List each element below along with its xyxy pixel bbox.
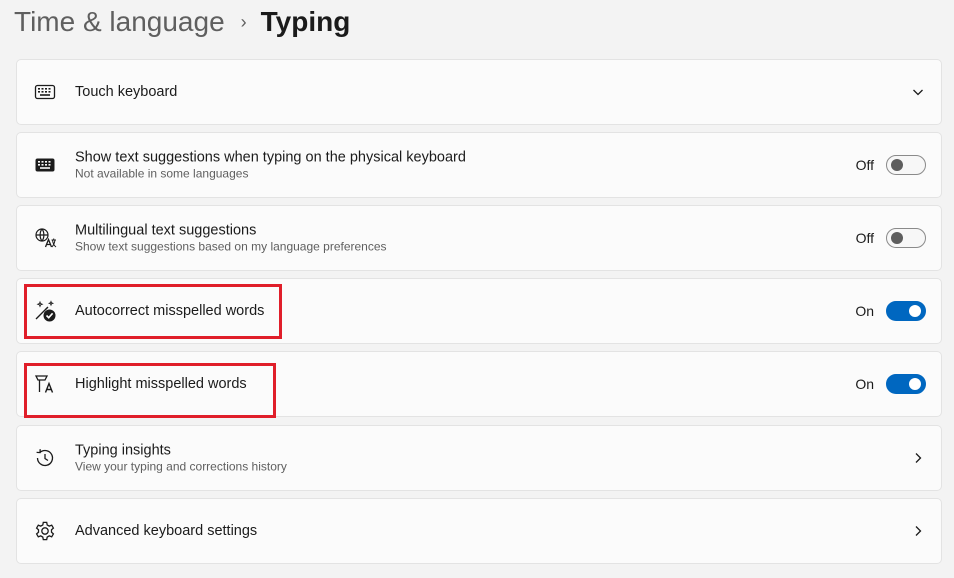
advanced-keyboard-settings[interactable]: Advanced keyboard settings [16, 498, 942, 564]
history-icon [33, 446, 57, 470]
multilingual-icon [33, 226, 57, 250]
setting-title: Show text suggestions when typing on the… [75, 149, 466, 166]
highlight-box-autocorrect [24, 284, 282, 339]
setting-title: Typing insights [75, 442, 171, 459]
setting-description: View your typing and corrections history [75, 459, 287, 474]
toggle-state-label: Off [855, 230, 874, 246]
typing-insights-setting[interactable]: Typing insights View your typing and cor… [16, 425, 942, 491]
toggle-state-label: On [855, 303, 874, 319]
breadcrumb-separator-icon: › [240, 11, 247, 32]
setting-title: Advanced keyboard settings [75, 523, 258, 539]
multilingual-suggestions-setting: Multilingual text suggestions Show text … [16, 205, 942, 271]
multilingual-suggestions-toggle[interactable] [886, 228, 926, 248]
keyboard-filled-icon [33, 153, 57, 177]
chevron-right-icon[interactable] [911, 524, 925, 538]
setting-description: Show text suggestions based on my langua… [75, 239, 387, 254]
setting-title: Touch keyboard [75, 84, 178, 100]
gear-icon [33, 519, 57, 543]
chevron-right-icon[interactable] [911, 451, 925, 465]
physical-keyboard-suggestions-setting: Show text suggestions when typing on the… [16, 132, 942, 198]
highlight-misspelled-toggle[interactable] [886, 374, 926, 394]
setting-description: Not available in some languages [75, 166, 249, 181]
keyboard-icon [33, 80, 57, 104]
highlight-box-highlight-misspelled [24, 363, 276, 418]
chevron-down-icon[interactable] [911, 85, 925, 99]
touch-keyboard-setting[interactable]: Touch keyboard [16, 59, 942, 125]
autocorrect-toggle[interactable] [886, 301, 926, 321]
toggle-state-label: Off [855, 157, 874, 173]
setting-title: Multilingual text suggestions [75, 222, 257, 239]
page-title: Typing [260, 6, 351, 37]
toggle-state-label: On [855, 376, 874, 392]
physical-keyboard-suggestions-toggle[interactable] [886, 155, 926, 175]
breadcrumb-parent-time-language[interactable]: Time & language [14, 6, 225, 38]
breadcrumb: Time & language › Typing [14, 2, 350, 42]
